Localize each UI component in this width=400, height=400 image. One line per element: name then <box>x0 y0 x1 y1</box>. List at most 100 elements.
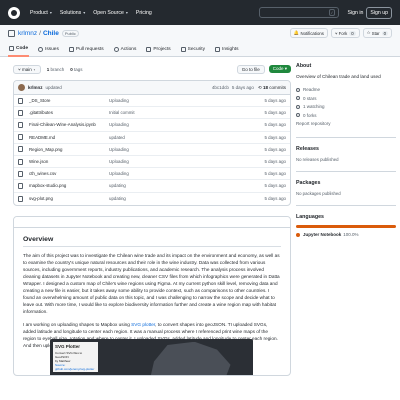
star-button[interactable]: ☆ Star 0 <box>362 28 392 38</box>
commit-time: 5 days ago <box>231 85 254 90</box>
file-commit-message[interactable]: updating <box>109 196 209 201</box>
file-name[interactable]: svg-plot.png <box>29 196 109 201</box>
path-separator: / <box>39 30 41 37</box>
file-row[interactable]: svg-plot.png updating 5 days ago <box>14 193 290 205</box>
visibility-badge: Public <box>61 30 79 37</box>
repo-owner-link[interactable]: krlmnz <box>18 30 37 37</box>
forks-link[interactable]: 0 forks <box>296 111 396 120</box>
file-name[interactable]: _DS_Store <box>29 98 109 103</box>
chevron-down-icon: ▾ <box>125 10 128 15</box>
file-name[interactable]: Wine.json <box>29 159 109 164</box>
issue-icon <box>38 47 43 52</box>
file-name[interactable]: cth_wines.csv <box>29 171 109 176</box>
code-icon <box>9 46 14 51</box>
file-row[interactable]: Final-Chilean-Wine-Analysis.ipynb Uploadi… <box>14 119 290 132</box>
stars-link[interactable]: 0 stars <box>296 94 396 103</box>
readme-heading: Overview <box>23 236 281 247</box>
watchers-link[interactable]: 1 watching <box>296 103 396 112</box>
nav-product[interactable]: Product ▾ <box>30 10 52 16</box>
language-bar <box>296 225 396 229</box>
file-name[interactable]: .gitattributes <box>29 110 109 115</box>
branch-icon: ⑂ <box>18 66 21 72</box>
file-name[interactable]: README.md <box>29 135 109 140</box>
tab-projects[interactable]: Projects <box>145 42 171 57</box>
file-commit-message[interactable]: updating <box>109 183 209 188</box>
commits-link[interactable]: ⟲ 18 commits <box>258 85 286 91</box>
fork-button[interactable]: ⑂ Fork 0 <box>330 28 360 38</box>
file-name[interactable]: Region_Map.png <box>29 147 109 152</box>
tab-actions[interactable]: Actions <box>113 42 138 57</box>
sign-up-button[interactable]: Sign up <box>366 6 392 19</box>
tab-security[interactable]: Security <box>180 42 206 57</box>
nav-pricing[interactable]: Pricing <box>136 10 152 16</box>
fork-icon <box>296 113 300 118</box>
chevron-down-icon: ▾ <box>33 66 36 72</box>
code-dropdown-button[interactable]: Code ▾ <box>268 65 291 73</box>
github-logo-icon[interactable] <box>8 6 20 19</box>
file-commit-message[interactable]: Uploading <box>109 159 209 164</box>
commit-message[interactable]: updated <box>46 85 62 90</box>
play-icon <box>113 47 119 52</box>
file-commit-message[interactable]: updated <box>109 135 209 140</box>
file-name[interactable]: mapbox-studio.png <box>29 183 109 188</box>
tab-pull-requests[interactable]: Pull requests <box>68 42 105 57</box>
repo-sidebar: About Overview of Chilean trade and land… <box>296 63 396 237</box>
tab-code[interactable]: Code <box>8 42 29 57</box>
file-icon <box>18 182 23 189</box>
file-commit-message[interactable]: Uploading <box>109 171 209 176</box>
packages-heading[interactable]: Packages <box>296 180 396 186</box>
language-item[interactable]: Jupyter Notebook 100.0% <box>296 232 396 237</box>
tags-link[interactable]: 0 tags <box>70 67 82 72</box>
file-toolbar: ⑂ main ▾ 1 branch 0 tags Go to file Code… <box>13 63 291 75</box>
releases-heading[interactable]: Releases <box>296 146 396 152</box>
go-to-file-button[interactable]: Go to file <box>236 64 265 74</box>
search-input[interactable]: / <box>258 7 339 18</box>
file-row[interactable]: _DS_Store Uploading 5 days ago <box>14 95 290 108</box>
file-row[interactable]: .gitattributes Initial commit 5 days ago <box>14 107 290 120</box>
tab-issues[interactable]: Issues <box>37 42 60 57</box>
file-row[interactable]: Wine.json Uploading 5 days ago <box>14 156 290 169</box>
branches-link[interactable]: 1 branch <box>47 67 65 72</box>
tab-insights[interactable]: Insights <box>214 42 240 57</box>
chevron-down-icon: ▾ <box>49 10 52 15</box>
releases-text: No releases published <box>296 157 339 163</box>
sign-in-link[interactable]: Sign in <box>348 10 364 16</box>
fork-count: 0 <box>349 30 356 36</box>
repo-icon <box>8 30 15 37</box>
language-color-dot <box>296 232 300 237</box>
about-heading: About <box>296 63 312 69</box>
file-commit-message[interactable]: Uploading <box>109 147 209 152</box>
file-commit-message[interactable]: Initial commit <box>109 110 209 115</box>
svg-plotter-link[interactable]: SVG plotter <box>131 322 155 327</box>
packages-text: No packages published <box>296 191 341 197</box>
file-icon <box>18 134 23 141</box>
repo-title: krlmnz / Chile Public <box>8 30 79 37</box>
file-row[interactable]: README.md updated 5 days ago <box>14 132 290 144</box>
nav-solutions[interactable]: Solutions ▾ <box>60 10 85 16</box>
commit-sha[interactable]: 4bc1dcb <box>212 85 229 90</box>
readme-link[interactable]: Readme <box>296 86 396 95</box>
file-commit-message[interactable]: Uploading <box>109 122 209 127</box>
table-icon <box>146 47 152 52</box>
history-icon: ⟲ <box>257 84 262 90</box>
file-name[interactable]: Final-Chilean-Wine-Analysis.ipynb <box>29 122 109 127</box>
repo-name-link[interactable]: Chile <box>43 30 59 37</box>
file-icon <box>18 121 23 128</box>
nav-open-source[interactable]: Open Source ▾ <box>93 10 128 16</box>
file-commit-time: 5 days ago <box>264 159 286 165</box>
report-repository-link[interactable]: Report repository <box>296 120 396 129</box>
file-icon <box>18 158 23 165</box>
languages-heading: Languages <box>296 214 324 221</box>
notifications-button[interactable]: 🔔 Notifications <box>289 28 328 38</box>
svg-plotter-panel: SVG Plotter Convert SVG files to GeoJSON… <box>53 341 98 372</box>
file-row[interactable]: Region_Map.png Uploading 5 days ago <box>14 144 290 156</box>
shield-icon <box>180 47 186 52</box>
repo-description: Overview of Chilean trade and land used <box>296 74 381 79</box>
file-commit-message[interactable]: Uploading <box>109 98 209 103</box>
file-row[interactable]: mapbox-studio.png updating 5 days ago <box>14 180 290 193</box>
avatar[interactable] <box>18 84 25 91</box>
file-row[interactable]: cth_wines.csv Uploading 5 days ago <box>14 168 290 181</box>
branch-selector[interactable]: ⑂ main ▾ <box>13 64 41 74</box>
graph-icon <box>215 47 220 52</box>
commit-author[interactable]: krlmnz <box>28 85 43 90</box>
